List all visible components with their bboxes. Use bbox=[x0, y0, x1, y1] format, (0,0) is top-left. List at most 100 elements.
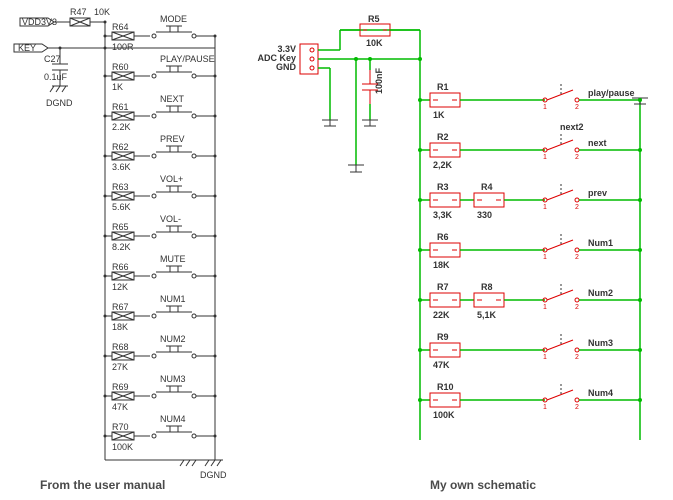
res-ref: R10 bbox=[437, 382, 454, 392]
conn-gnd: GND bbox=[276, 62, 297, 72]
sw-short: next2 bbox=[560, 122, 584, 132]
right-row-0: R1 1K 1 2 play/pause bbox=[418, 82, 642, 120]
svg-text:2: 2 bbox=[575, 354, 579, 361]
sw-label: Num3 bbox=[588, 338, 613, 348]
sw-label: prev bbox=[588, 188, 607, 198]
dgnd-1: DGND bbox=[46, 98, 73, 108]
svg-text:1: 1 bbox=[543, 204, 547, 211]
res-ref: R62 bbox=[112, 142, 129, 152]
c27-val: 0.1uF bbox=[44, 72, 68, 82]
res-ref: R69 bbox=[112, 382, 129, 392]
res-ref: R70 bbox=[112, 422, 129, 432]
res-ref: R2 bbox=[437, 132, 449, 142]
svg-text:1: 1 bbox=[543, 404, 547, 411]
res-ref: R3 bbox=[437, 182, 449, 192]
res-val: 22K bbox=[433, 310, 450, 320]
sw-label: NUM4 bbox=[160, 414, 186, 424]
svg-text:2: 2 bbox=[575, 254, 579, 261]
r47-val: 10K bbox=[94, 7, 110, 17]
sw-label: Num4 bbox=[588, 388, 613, 398]
svg-text:1: 1 bbox=[543, 304, 547, 311]
sw-label: VOL- bbox=[160, 214, 181, 224]
left-row-8: R68 27K NUM2 bbox=[104, 334, 217, 372]
res-ref: R7 bbox=[437, 282, 449, 292]
right-row-4: R7 22K R8 5,1K 1 2 Num2 bbox=[418, 282, 642, 320]
res-ref: R67 bbox=[112, 302, 129, 312]
left-row-10: R70 100K NUM4 bbox=[104, 414, 217, 452]
sw-label: play/pause bbox=[588, 88, 635, 98]
sw-label: PLAY/PAUSE bbox=[160, 54, 215, 64]
r5-val: 10K bbox=[366, 38, 383, 48]
right-row-5: R947K12Num3 bbox=[418, 332, 642, 370]
sw-label: PREV bbox=[160, 134, 185, 144]
res-ref: R8 bbox=[481, 282, 493, 292]
svg-text:2: 2 bbox=[575, 404, 579, 411]
res-val: 27K bbox=[112, 362, 128, 372]
res-val: 12K bbox=[112, 282, 128, 292]
svg-text:1: 1 bbox=[543, 354, 547, 361]
res-val: 330 bbox=[477, 210, 492, 220]
svg-text:2: 2 bbox=[575, 204, 579, 211]
left-row-6: R66 12K MUTE bbox=[104, 254, 217, 292]
left-schematic: VDD3V3 R47 10K KEY C27 0.1uF DGND DGND R… bbox=[14, 7, 227, 480]
r5-ref: R5 bbox=[368, 14, 380, 24]
sw-label: VOL+ bbox=[160, 174, 183, 184]
res-val: 18K bbox=[433, 260, 450, 270]
left-row-0: R64 100R MODE bbox=[104, 14, 217, 52]
res-val: 5.6K bbox=[112, 202, 131, 212]
res-val: 8.2K bbox=[112, 242, 131, 252]
schematic-canvas: VDD3V3 R47 10K KEY C27 0.1uF DGND DGND R… bbox=[0, 0, 673, 500]
left-row-1: R601KPLAY/PAUSE bbox=[104, 54, 217, 92]
res-ref: R66 bbox=[112, 262, 129, 272]
res-ref: R63 bbox=[112, 182, 129, 192]
svg-text:2: 2 bbox=[575, 304, 579, 311]
res-val: 3,3K bbox=[433, 210, 453, 220]
res-ref: R6 bbox=[437, 232, 449, 242]
res-val: 5,1K bbox=[477, 310, 497, 320]
sw-label: NUM1 bbox=[160, 294, 186, 304]
right-row-1: R22,2K12nextnext2 bbox=[418, 122, 642, 170]
sw-label: NUM3 bbox=[160, 374, 186, 384]
r47-ref: R47 bbox=[70, 7, 87, 17]
res-ref: R68 bbox=[112, 342, 129, 352]
res-val: 2.2K bbox=[112, 122, 131, 132]
svg-text:2: 2 bbox=[575, 154, 579, 161]
res-val: 100K bbox=[112, 442, 133, 452]
left-row-5: R658.2KVOL- bbox=[104, 214, 217, 252]
cap-val: 100nF bbox=[374, 67, 384, 94]
left-row-3: R623.6KPREV bbox=[104, 134, 217, 172]
svg-text:1: 1 bbox=[543, 104, 547, 111]
res-val: 100R bbox=[112, 42, 134, 52]
caption-left: From the user manual bbox=[40, 478, 165, 492]
sw-label: MUTE bbox=[160, 254, 186, 264]
svg-text:2: 2 bbox=[575, 104, 579, 111]
sw-label: NEXT bbox=[160, 94, 185, 104]
res-val: 47K bbox=[112, 402, 128, 412]
res-val: 18K bbox=[112, 322, 128, 332]
caption-right: My own schematic bbox=[430, 478, 536, 492]
res-val: 1K bbox=[433, 110, 445, 120]
dgnd-2: DGND bbox=[200, 470, 227, 480]
svg-text:1: 1 bbox=[543, 254, 547, 261]
res-ref: R64 bbox=[112, 22, 129, 32]
res-ref: R60 bbox=[112, 62, 129, 72]
key-label: KEY bbox=[18, 43, 36, 53]
vdd-label: VDD3V3 bbox=[22, 17, 57, 27]
left-row-2: R61 2.2K NEXT bbox=[104, 94, 217, 132]
sw-label: Num1 bbox=[588, 238, 613, 248]
sw-label: Num2 bbox=[588, 288, 613, 298]
sw-label: NUM2 bbox=[160, 334, 186, 344]
res-ref: R1 bbox=[437, 82, 449, 92]
right-rows: R11K12play/pauseR22,2K12nextnext2R33,3KR… bbox=[418, 82, 642, 420]
res-ref: R61 bbox=[112, 102, 129, 112]
right-row-6: R10 100K 1 2 Num4 bbox=[418, 382, 642, 420]
res-val: 47K bbox=[433, 360, 450, 370]
res-val: 100K bbox=[433, 410, 455, 420]
right-row-3: R6 18K 1 2 Num1 bbox=[418, 232, 642, 270]
svg-text:1: 1 bbox=[543, 154, 547, 161]
right-schematic: 3.3V ADC Key GND R5 10K 100nF R11K12play… bbox=[257, 14, 648, 440]
sw-label: next bbox=[588, 138, 607, 148]
c27-ref: C27 bbox=[44, 54, 61, 64]
sw-label: MODE bbox=[160, 14, 187, 24]
left-rows: R64 100R MODE R601KPLAY/PAUSE R61 2.2K NEXT R62… bbox=[104, 14, 217, 452]
